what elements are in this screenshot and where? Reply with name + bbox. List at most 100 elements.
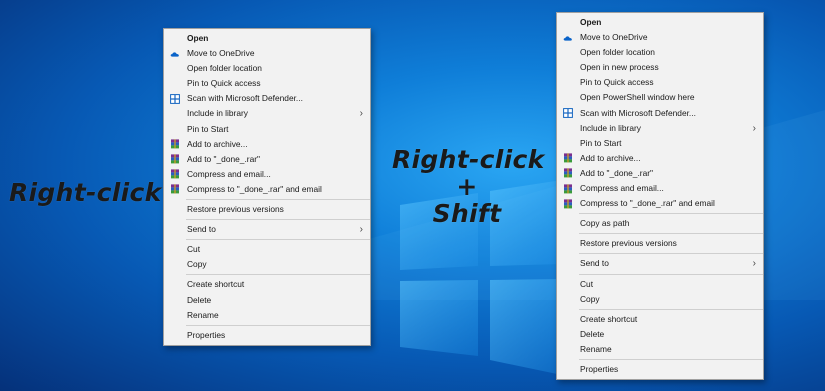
menu-item-create-shortcut[interactable]: Create shortcut: [164, 277, 370, 292]
menu-item-label: Compress to "_done_.rar" and email: [187, 183, 322, 194]
menu-item-restore-previous-versions[interactable]: Restore previous versions: [164, 202, 370, 217]
menu-item-pin-to-start[interactable]: Pin to Start: [557, 136, 763, 151]
menu-item-pin-to-start[interactable]: Pin to Start: [164, 122, 370, 137]
menu-item-move-to-onedrive[interactable]: Move to OneDrive: [557, 30, 763, 45]
menu-item-pin-to-quick-access[interactable]: Pin to Quick access: [557, 75, 763, 90]
winrar-archive-icon: [170, 139, 180, 149]
menu-item-restore-previous-versions[interactable]: Restore previous versions: [557, 236, 763, 251]
menu-item-label: Move to OneDrive: [580, 32, 648, 43]
menu-item-label: Add to archive...: [580, 152, 641, 163]
menu-item-label: Restore previous versions: [187, 204, 284, 215]
chevron-right-icon: ›: [359, 224, 363, 236]
menu-item-label: Create shortcut: [580, 313, 638, 324]
menu-separator: [579, 213, 763, 215]
menu-item-cut[interactable]: Cut: [164, 242, 370, 257]
menu-item-scan-with-microsoft-defender[interactable]: Scan with Microsoft Defender...: [557, 106, 763, 121]
menu-item-label: Pin to Quick access: [187, 78, 261, 89]
menu-item-properties[interactable]: Properties: [557, 362, 763, 377]
menu-item-label: Copy: [187, 259, 207, 270]
menu-separator: [186, 274, 370, 276]
menu-item-add-to-done-rar[interactable]: Add to "_done_.rar": [164, 152, 370, 167]
caption-right-click-shift: Right-click + Shift: [392, 144, 544, 230]
menu-separator: [186, 239, 370, 241]
menu-item-copy[interactable]: Copy: [164, 257, 370, 272]
menu-item-open-folder-location[interactable]: Open folder location: [557, 45, 763, 60]
menu-item-cut[interactable]: Cut: [557, 277, 763, 292]
menu-item-pin-to-quick-access[interactable]: Pin to Quick access: [164, 76, 370, 91]
menu-item-label: Properties: [187, 329, 226, 340]
menu-item-rename[interactable]: Rename: [557, 342, 763, 357]
winrar-archive-icon: [170, 154, 180, 164]
menu-item-include-in-library[interactable]: Include in library ›: [164, 106, 370, 121]
menu-item-compress-and-email[interactable]: Compress and email...: [557, 181, 763, 196]
caption-plus-line: +: [456, 172, 478, 201]
menu-item-copy[interactable]: Copy: [557, 292, 763, 307]
menu-item-label: Pin to Start: [580, 137, 622, 148]
menu-item-delete[interactable]: Delete: [164, 293, 370, 308]
menu-item-label: Add to archive...: [187, 138, 248, 149]
menu-item-properties[interactable]: Properties: [164, 328, 370, 343]
menu-item-label: Copy: [580, 293, 600, 304]
winrar-archive-icon: [563, 183, 573, 194]
menu-item-compress-and-email[interactable]: Compress and email...: [164, 167, 370, 182]
menu-item-send-to[interactable]: Send to ›: [164, 222, 370, 237]
winrar-archive-icon: [563, 199, 573, 209]
menu-item-open[interactable]: Open: [164, 31, 370, 46]
menu-item-open-powershell-window-here[interactable]: Open PowerShell window here: [557, 90, 763, 105]
menu-item-add-to-archive[interactable]: Add to archive...: [557, 151, 763, 166]
menu-item-label: Open: [580, 17, 602, 27]
chevron-right-icon: ›: [359, 108, 363, 120]
context-menu-right-click-shift: Open Move to OneDrive Open folder location…: [556, 12, 764, 380]
menu-item-label: Rename: [187, 309, 219, 320]
menu-item-label: Pin to Start: [187, 123, 229, 134]
menu-separator: [579, 358, 763, 360]
context-menu-right-click: Open Move to OneDrive Open folder location…: [163, 28, 371, 346]
menu-item-move-to-onedrive[interactable]: Move to OneDrive: [164, 46, 370, 61]
menu-item-scan-with-microsoft-defender[interactable]: Scan with Microsoft Defender...: [164, 91, 370, 106]
menu-separator: [579, 308, 763, 310]
menu-item-open-in-new-process[interactable]: Open in new process: [557, 60, 763, 75]
menu-item-delete[interactable]: Delete: [557, 327, 763, 342]
menu-item-compress-to-done-rar-and-email[interactable]: Compress to "_done_.rar" and email: [557, 196, 763, 211]
menu-separator: [579, 253, 763, 255]
menu-item-rename[interactable]: Rename: [164, 308, 370, 323]
winrar-archive-icon: [170, 169, 180, 179]
menu-item-label: Cut: [187, 244, 201, 255]
menu-separator: [579, 273, 763, 275]
menu-separator: [579, 233, 763, 235]
menu-item-label: Move to OneDrive: [187, 48, 255, 59]
menu-separator: [186, 324, 370, 326]
menu-item-label: Open: [187, 33, 209, 43]
menu-item-label: Cut: [580, 278, 594, 289]
menu-item-open[interactable]: Open: [557, 15, 763, 30]
menu-item-label: Compress and email...: [187, 168, 271, 179]
menu-item-label: Compress to "_done_.rar" and email: [580, 198, 715, 209]
caption-shift-line: Shift: [432, 199, 502, 228]
winrar-archive-icon: [563, 153, 573, 163]
menu-item-send-to[interactable]: Send to ›: [557, 256, 763, 271]
menu-item-label: Open folder location: [580, 47, 655, 58]
onedrive-cloud-icon: [170, 49, 180, 59]
winrar-archive-icon: [563, 168, 573, 178]
menu-item-copy-as-path[interactable]: Copy as path: [557, 216, 763, 231]
menu-item-label: Send to: [187, 224, 216, 235]
menu-item-add-to-done-rar[interactable]: Add to "_done_.rar": [557, 166, 763, 181]
menu-item-label: Create shortcut: [187, 279, 245, 290]
menu-item-label: Delete: [187, 294, 212, 305]
menu-item-create-shortcut[interactable]: Create shortcut: [557, 312, 763, 327]
menu-item-label: Pin to Quick access: [580, 77, 654, 88]
menu-item-label: Include in library: [187, 108, 248, 119]
menu-item-label: Open in new process: [580, 62, 659, 73]
menu-item-compress-to-done-rar-and-email[interactable]: Compress to "_done_.rar" and email: [164, 182, 370, 197]
chevron-right-icon: ›: [752, 122, 756, 134]
onedrive-cloud-icon: [563, 33, 573, 43]
menu-item-label: Delete: [580, 328, 605, 339]
menu-item-label: Properties: [580, 363, 619, 374]
defender-shield-icon: [170, 93, 180, 104]
menu-item-add-to-archive[interactable]: Add to archive...: [164, 137, 370, 152]
menu-item-label: Scan with Microsoft Defender...: [580, 107, 696, 118]
menu-item-include-in-library[interactable]: Include in library ›: [557, 121, 763, 136]
menu-item-label: Send to: [580, 258, 609, 269]
menu-item-open-folder-location[interactable]: Open folder location: [164, 61, 370, 76]
menu-item-label: Open folder location: [187, 63, 262, 74]
